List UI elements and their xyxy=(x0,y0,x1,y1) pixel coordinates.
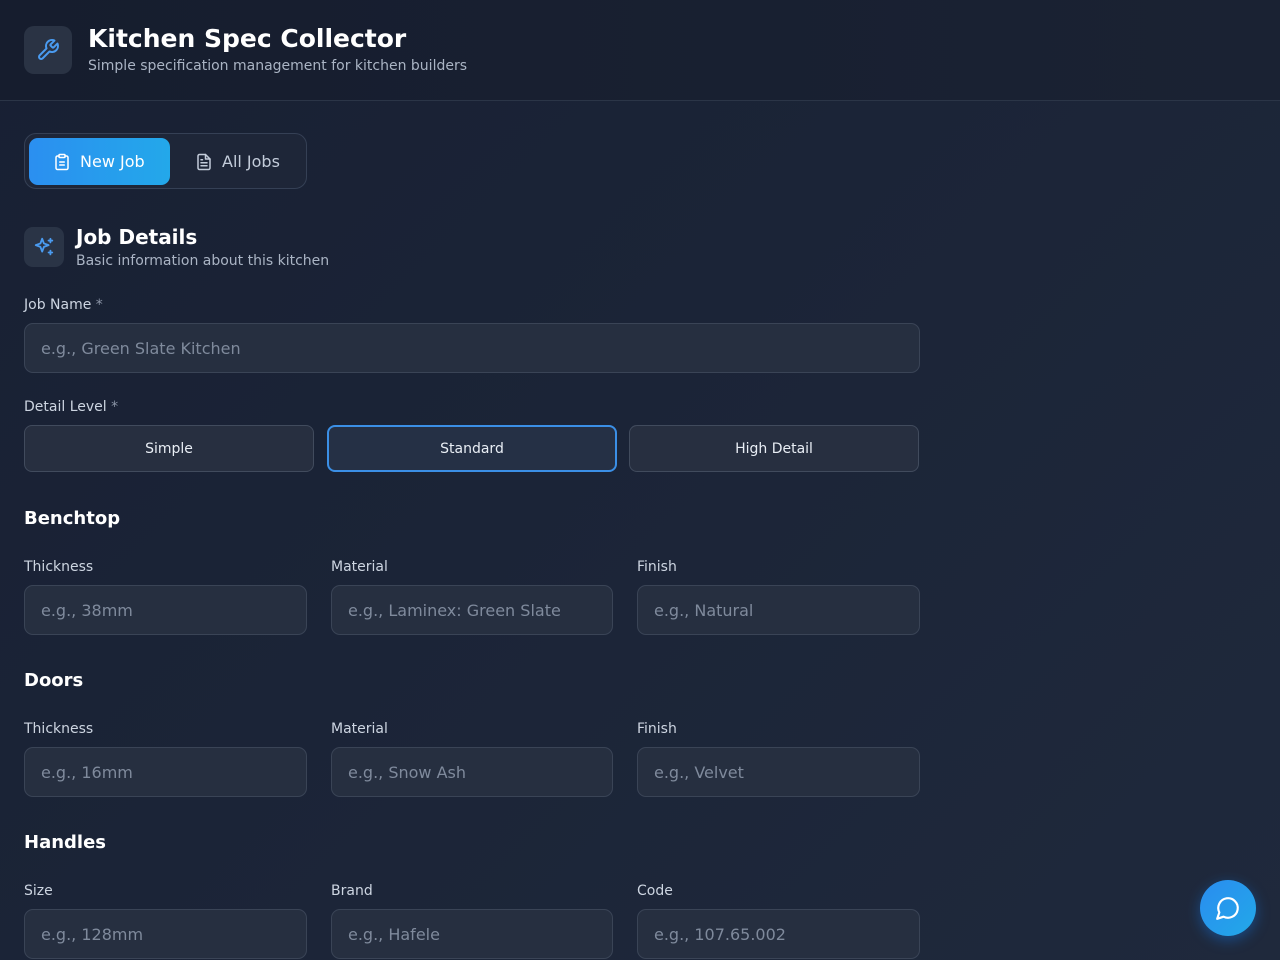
detail-level-high-detail-button[interactable]: High Detail xyxy=(629,425,919,472)
wrench-icon xyxy=(24,26,72,74)
view-tabs: New Job All Jobs xyxy=(24,133,307,189)
handles-size-input[interactable] xyxy=(24,909,307,959)
handles-size-label: Size xyxy=(24,883,53,899)
app-title: Kitchen Spec Collector xyxy=(88,24,407,53)
benchtop-title: Benchtop xyxy=(24,508,121,529)
tab-all-jobs-label: All Jobs xyxy=(222,152,280,171)
benchtop-finish-input[interactable] xyxy=(637,585,920,635)
job-name-input[interactable] xyxy=(24,323,920,373)
doors-finish-input[interactable] xyxy=(637,747,920,797)
detail-level-label-text: Detail Level xyxy=(24,399,107,415)
clipboard-icon xyxy=(55,153,69,170)
handles-brand-label: Brand xyxy=(331,883,373,899)
tab-all-jobs[interactable]: All Jobs xyxy=(195,138,305,185)
detail-level-simple-button[interactable]: Simple xyxy=(24,425,314,472)
handles-code-label: Code xyxy=(637,883,673,899)
document-icon xyxy=(197,153,211,170)
doors-thickness-input[interactable] xyxy=(24,747,307,797)
chat-bubble-icon xyxy=(1216,897,1239,920)
detail-level-standard-button[interactable]: Standard xyxy=(327,425,617,472)
handles-brand-input[interactable] xyxy=(331,909,613,959)
benchtop-thickness-input[interactable] xyxy=(24,585,307,635)
tab-new-job-label: New Job xyxy=(80,152,145,171)
sparkles-icon xyxy=(24,227,64,267)
handles-title: Handles xyxy=(24,832,107,853)
doors-thickness-label: Thickness xyxy=(24,721,94,737)
handles-code-input[interactable] xyxy=(637,909,920,959)
benchtop-finish-label: Finish xyxy=(637,559,677,575)
doors-material-label: Material xyxy=(331,721,388,737)
doors-title: Doors xyxy=(24,670,84,691)
job-details-subtitle: Basic information about this kitchen xyxy=(76,253,330,269)
job-name-label-text: Job Name xyxy=(24,297,92,313)
detail-level-label: Detail Level * xyxy=(24,399,118,415)
tab-new-job[interactable]: New Job xyxy=(29,138,170,185)
benchtop-material-label: Material xyxy=(331,559,388,575)
doors-finish-label: Finish xyxy=(637,721,677,737)
benchtop-thickness-label: Thickness xyxy=(24,559,94,575)
required-mark: * xyxy=(111,399,119,415)
required-mark: * xyxy=(95,297,103,313)
doors-material-input[interactable] xyxy=(331,747,613,797)
app-header: Kitchen Spec Collector Simple specificat… xyxy=(0,0,1280,101)
job-details-title: Job Details xyxy=(76,225,198,249)
chat-button[interactable] xyxy=(1200,880,1256,936)
benchtop-material-input[interactable] xyxy=(331,585,613,635)
app-subtitle: Simple specification management for kitc… xyxy=(88,58,468,74)
job-name-label: Job Name * xyxy=(24,297,103,313)
